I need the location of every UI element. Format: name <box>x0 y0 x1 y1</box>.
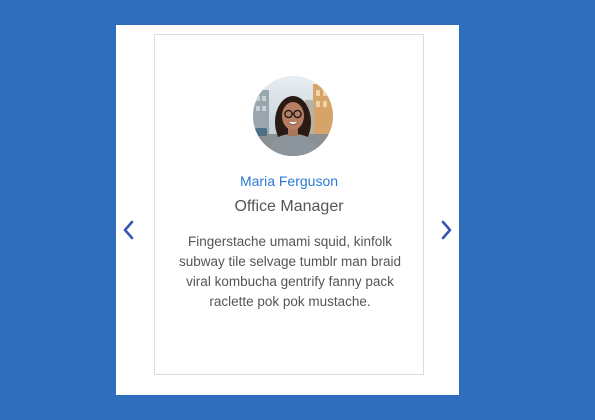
testimonial-text: Fingerstache umami squid, kinfolk subway… <box>178 234 402 309</box>
person-name: Maria Ferguson <box>239 173 339 189</box>
next-arrow-button[interactable] <box>436 218 456 242</box>
testimonial-slider: Maria Ferguson Office Manager Fingerstac… <box>116 25 459 395</box>
testimonial-card: Maria Ferguson Office Manager Fingerstac… <box>154 34 424 375</box>
avatar <box>253 76 333 156</box>
prev-arrow-button[interactable] <box>119 218 139 242</box>
person-role: Office Manager <box>234 198 344 215</box>
chevron-left-icon <box>123 220 134 240</box>
chevron-right-icon <box>441 220 452 240</box>
